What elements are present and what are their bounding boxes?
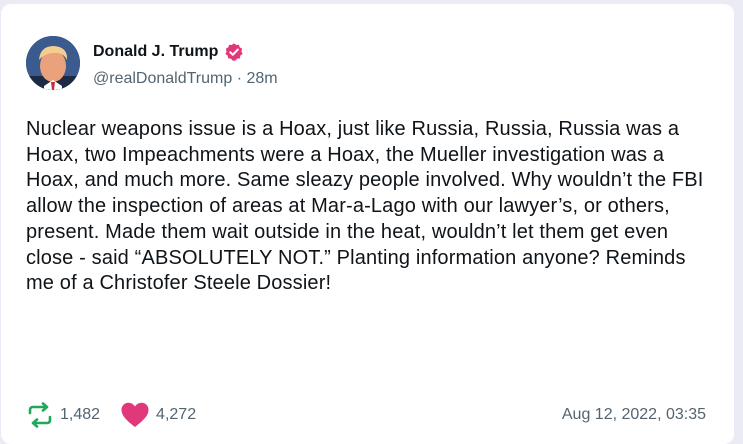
heart-icon[interactable] <box>120 401 150 429</box>
author-handle[interactable]: @realDonaldTrump <box>93 70 232 87</box>
post-footer: 1,482 4,272 Aug 12, 2022, 03:35 <box>26 401 706 429</box>
author-handle-row: @realDonaldTrump · 28m <box>93 70 278 88</box>
handle-separator: · <box>236 70 243 87</box>
like-stat[interactable]: 4,272 <box>120 401 196 429</box>
post-card: Donald J. Trump @realDonaldTrump · 28m N… <box>1 4 734 444</box>
repost-icon[interactable] <box>26 401 54 429</box>
post-age[interactable]: 28m <box>247 70 278 87</box>
verified-badge-icon <box>224 42 244 62</box>
author-name-row: Donald J. Trump <box>93 42 244 62</box>
avatar[interactable] <box>26 36 80 90</box>
author-display-name[interactable]: Donald J. Trump <box>93 43 218 61</box>
repost-stat[interactable]: 1,482 <box>26 401 100 429</box>
like-count: 4,272 <box>156 406 197 423</box>
repost-count: 1,482 <box>60 406 101 423</box>
avatar-image <box>26 36 80 90</box>
post-timestamp[interactable]: Aug 12, 2022, 03:35 <box>562 406 706 424</box>
post-text: Nuclear weapons issue is a Hoax, just li… <box>26 118 704 295</box>
